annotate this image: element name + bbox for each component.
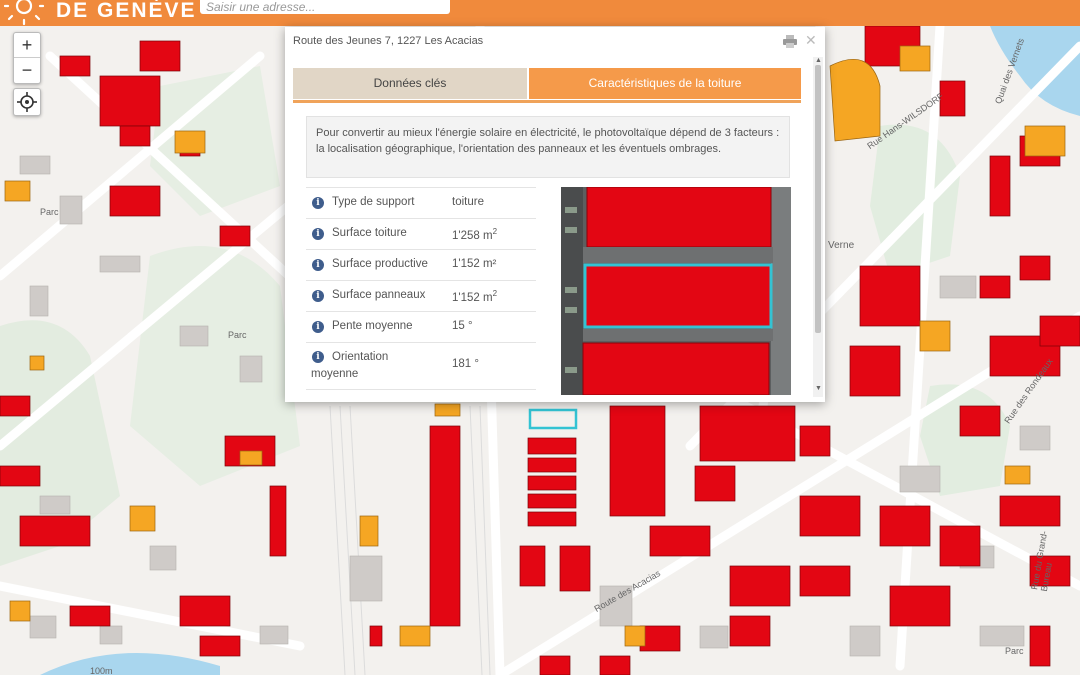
tab-donnees-cles[interactable]: Données clés: [293, 68, 527, 99]
tab-caracteristiques-toiture[interactable]: Caractéristiques de la toiture: [529, 68, 801, 99]
zoom-out-button[interactable]: −: [14, 58, 40, 82]
scroll-thumb[interactable]: [815, 65, 821, 333]
attr-label: Type de support: [332, 196, 415, 208]
attr-value: 1'152 m2: [452, 289, 498, 304]
search-box: [200, 0, 450, 14]
attr-label: Pente moyenne: [332, 320, 413, 332]
attr-value: toiture: [452, 196, 484, 208]
attr-label: Surface toiture: [332, 227, 407, 239]
table-row: i Type de support toiture: [306, 187, 536, 218]
table-row: i Pente moyenne 15 °: [306, 311, 536, 342]
locate-button[interactable]: [13, 88, 41, 116]
attr-value: 15 °: [452, 320, 473, 332]
table-row: i Surface toiture 1'258 m2: [306, 218, 536, 249]
attr-label: Orientation moyenne: [311, 351, 389, 380]
attr-label: Surface productive: [332, 258, 428, 270]
scroll-up-icon[interactable]: ▲: [815, 57, 822, 64]
info-icon[interactable]: i: [312, 197, 324, 209]
attr-value: 181 °: [452, 358, 479, 370]
zoom-control: + −: [13, 32, 41, 84]
top-bar: DE GENÈVE: [0, 0, 1080, 26]
roof-image-svg: [561, 187, 791, 395]
map-label-verne: Verne: [828, 240, 855, 251]
zoom-in-button[interactable]: +: [14, 33, 40, 58]
crosshair-icon: [17, 92, 37, 112]
map-scale: 100m: [90, 666, 113, 675]
map-label-parc: Parc: [228, 330, 247, 340]
popup-scrollbar[interactable]: [813, 57, 823, 397]
logo-text: DE GENÈVE: [56, 0, 197, 22]
intro-text: Pour convertir au mieux l'énergie solair…: [306, 116, 790, 178]
info-icon[interactable]: i: [312, 228, 324, 240]
close-icon[interactable]: ✕: [805, 32, 817, 49]
table-row: i Surface productive 1'152 m²: [306, 249, 536, 280]
info-icon[interactable]: i: [312, 321, 324, 333]
sun-logo-icon: [4, 0, 44, 26]
search-input[interactable]: [200, 0, 448, 14]
popup-address: Route des Jeunes 7, 1227 Les Acacias: [293, 35, 484, 47]
attr-label: Surface panneaux: [332, 289, 426, 301]
popup-tabs: Données clés Caractéristiques de la toit…: [293, 68, 801, 103]
attr-value: 1'258 m2: [452, 227, 498, 242]
table-row: i Surface panneaux 1'152 m2: [306, 280, 536, 311]
map-label-parc: Parc: [40, 207, 59, 217]
roof-aerial-image: [561, 187, 791, 395]
info-icon[interactable]: i: [312, 290, 324, 302]
table-row: i Orientation moyenne 181 °: [306, 342, 536, 390]
print-icon[interactable]: [783, 35, 797, 48]
attr-value: 1'152 m²: [452, 258, 497, 270]
scroll-down-icon[interactable]: ▼: [815, 385, 822, 392]
info-icon[interactable]: i: [312, 259, 324, 271]
map-label-parc: Parc: [1005, 646, 1024, 656]
attributes-table: i Type de support toiture i Surface toit…: [306, 187, 536, 390]
roof-info-popup: Route des Jeunes 7, 1227 Les Acacias ✕ D…: [285, 27, 825, 402]
